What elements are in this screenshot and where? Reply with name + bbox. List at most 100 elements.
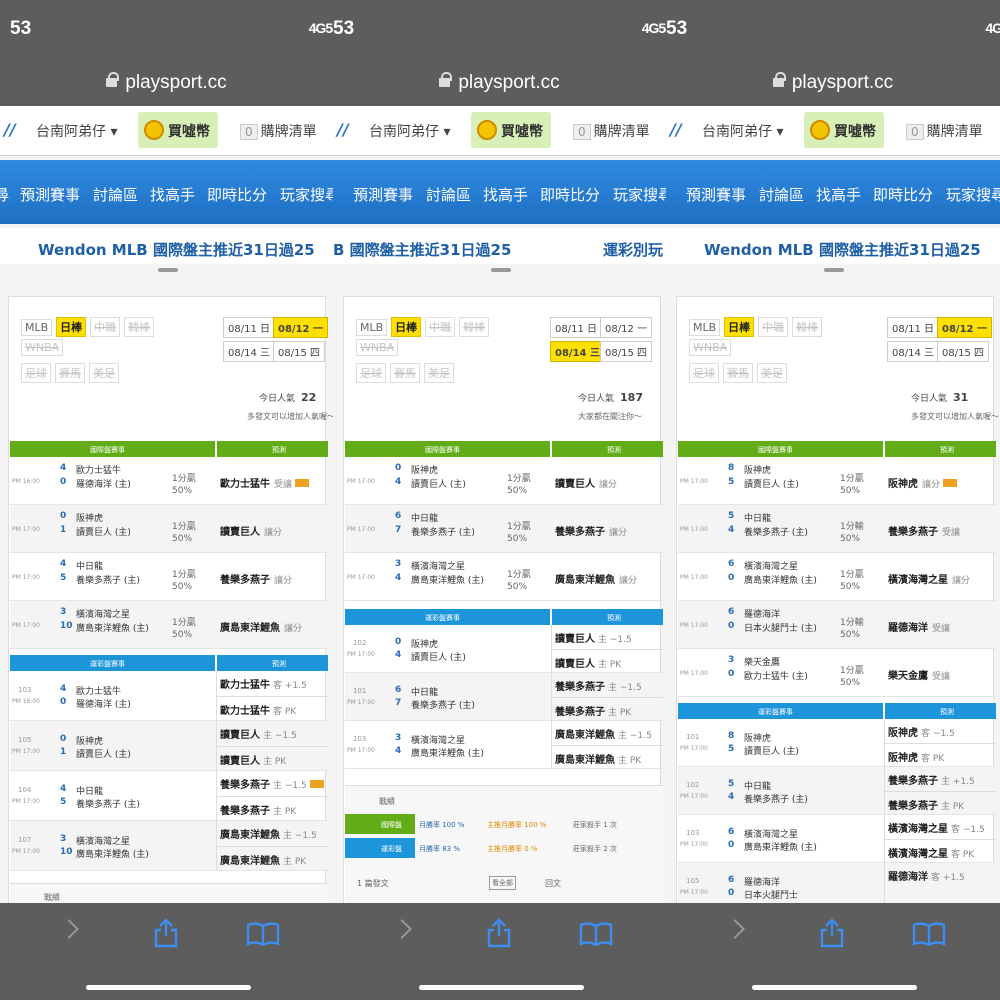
pk-pick[interactable]: 橫濱海灣之星客 PK xyxy=(888,845,974,860)
prediction-pick[interactable]: 歐力士猛牛 受讓 xyxy=(220,475,310,490)
url-text[interactable]: playsport.cc xyxy=(439,72,560,94)
tag-npb[interactable]: 日棒 xyxy=(56,317,87,337)
spread-pick[interactable]: 養樂多燕子主 −1.5 xyxy=(220,776,324,791)
url-text[interactable]: playsport.cc xyxy=(772,72,893,94)
date-0812[interactable]: 08/12 一 xyxy=(600,317,652,338)
tag-npb[interactable]: 日棒 xyxy=(724,317,755,337)
intl-table-row[interactable]: PM 17:00 6 中日龍 7 養樂多燕子 (主) 1分贏 50% 養樂多燕子 讓分 xyxy=(345,505,663,553)
marquee-text[interactable]: B 國際盤主推近31日過25 xyxy=(333,239,511,260)
prediction-pick[interactable]: 樂天金鷹 受讓 xyxy=(888,667,950,682)
spread-pick[interactable]: 歐力士猛牛客 +1.5 xyxy=(220,676,307,691)
tag-kbo[interactable]: 韓棒 xyxy=(792,317,823,337)
nav-forum[interactable]: 討論區 xyxy=(759,184,804,205)
tag-cpbl[interactable]: 中職 xyxy=(90,317,121,337)
share-icon[interactable] xyxy=(153,918,179,948)
intl-table-row[interactable]: PM 17:00 0 阪神虎 4 讀賣巨人 (主) 1分贏 50% 讀賣巨人 讓分 xyxy=(345,457,663,505)
date-0814[interactable]: 08/14 三 xyxy=(887,341,939,362)
spread-pick[interactable]: 養樂多燕子主 +1.5 xyxy=(888,772,975,787)
nav-predict[interactable]: 預測賽事 xyxy=(353,184,413,205)
lottery-table-row[interactable]: 101 PM 17:00 8 阪神虎 5 讀賣巨人 (主) 阪神虎客 −1.5 阪神虎客 PK xyxy=(678,719,996,767)
intl-table-row[interactable]: PM 17:00 6 羅德海洋 0 日本火腿鬥士 (主) 1分輸 50% 羅德海洋 受讓 xyxy=(678,601,996,649)
user-menu[interactable]: 台南阿弟仔 ▾ xyxy=(369,121,450,141)
lottery-table-row[interactable]: 101 PM 17:00 6 中日龍 7 養樂多燕子 (主) 養樂多燕子主 −1.5 養樂多燕… xyxy=(345,673,663,721)
marquee-banner[interactable]: B 國際盤主推近31日過25 運彩別玩 xyxy=(333,228,666,264)
marquee-text-2[interactable]: 運彩別玩 xyxy=(603,239,663,260)
pk-pick[interactable]: 廣島東洋鯉魚主 PK xyxy=(555,751,641,766)
address-bar[interactable]: playsport.cc xyxy=(666,60,1000,106)
nav-predict[interactable]: 預測賽事 xyxy=(686,184,746,205)
nav-forum[interactable]: 討論區 xyxy=(93,184,138,205)
spread-pick[interactable]: 廣島東洋鯉魚主 −1.5 xyxy=(555,726,652,741)
buy-coins-button[interactable]: 買噓幣 xyxy=(804,112,884,148)
pk-pick[interactable]: 讀賣巨人主 PK xyxy=(220,752,286,767)
nav-livescore[interactable]: 即時比分 xyxy=(540,184,600,205)
marquee-text[interactable]: Wendon MLB 國際盤主推近31日過25 xyxy=(704,239,981,260)
user-menu[interactable]: 台南阿弟仔 ▾ xyxy=(702,121,783,141)
tag-cpbl[interactable]: 中職 xyxy=(425,317,456,337)
tag-wnba[interactable]: WNBA xyxy=(356,339,399,356)
nav-experts[interactable]: 找高手 xyxy=(483,184,528,205)
date-0814[interactable]: 08/14 三 xyxy=(223,341,275,362)
lottery-table-row[interactable]: 102 PM 17:00 0 阪神虎 4 讀賣巨人 (主) 讀賣巨人主 −1.5 讀賣巨人主 … xyxy=(345,625,663,673)
nav-livescore[interactable]: 即時比分 xyxy=(873,184,933,205)
pk-pick[interactable]: 養樂多燕子主 PK xyxy=(220,802,296,817)
date-0811[interactable]: 08/11 日 xyxy=(550,317,602,338)
intl-table-row[interactable]: PM 17:00 3 樂天金鷹 0 歐力士猛牛 (主) 1分贏 50% 樂天金鷹 受讓 xyxy=(678,649,996,697)
spread-pick[interactable]: 羅德海洋客 +1.5 xyxy=(888,868,965,883)
cart-link[interactable]: 0 購牌清單 xyxy=(240,121,317,141)
prediction-pick[interactable]: 橫濱海灣之星 讓分 xyxy=(888,571,970,586)
spread-pick[interactable]: 讀賣巨人主 −1.5 xyxy=(220,726,297,741)
tag-horse[interactable]: 賽馬 xyxy=(723,363,753,383)
spread-pick[interactable]: 橫濱海灣之星客 −1.5 xyxy=(888,820,985,835)
prediction-pick[interactable]: 廣島東洋鯉魚 讓分 xyxy=(555,571,637,586)
tag-kbo[interactable]: 韓棒 xyxy=(459,317,490,337)
nav-forum[interactable]: 討論區 xyxy=(426,184,471,205)
user-menu[interactable]: 台南阿弟仔 ▾ xyxy=(36,121,117,141)
nav-predict[interactable]: 預測賽事 xyxy=(20,184,80,205)
nav-experts[interactable]: 找高手 xyxy=(816,184,861,205)
prediction-pick[interactable]: 羅德海洋 受讓 xyxy=(888,619,950,634)
nav-search[interactable]: 玩家搜尋 xyxy=(946,184,1000,205)
bookmarks-icon[interactable] xyxy=(246,922,280,947)
tag-golf[interactable]: 美足 xyxy=(89,363,119,383)
intl-table-row[interactable]: PM 17:00 3 橫濱海灣之星 4 廣島東洋鯉魚 (主) 1分贏 50% 廣島東洋鯉魚 讓分 xyxy=(345,553,663,601)
intl-table-row[interactable]: PM 17:00 0 阪神虎 1 讀賣巨人 (主) 1分贏 50% 讀賣巨人 讓分 xyxy=(10,505,328,553)
prediction-pick[interactable]: 養樂多燕子 讓分 xyxy=(555,523,627,538)
tag-cpbl[interactable]: 中職 xyxy=(758,317,789,337)
bookmarks-icon[interactable] xyxy=(912,922,946,947)
date-0814[interactable]: 08/14 三 xyxy=(550,341,605,362)
tag-wnba[interactable]: WNBA xyxy=(689,339,732,356)
tag-soccer[interactable]: 足球 xyxy=(356,363,386,383)
lottery-table-row[interactable]: 104 PM 17:00 4 中日龍 5 養樂多燕子 (主) 養樂多燕子主 −1.5 養樂多燕… xyxy=(10,771,328,821)
spread-pick[interactable]: 廣島東洋鯉魚主 −1.5 xyxy=(220,826,317,841)
pk-pick[interactable]: 廣島東洋鯉魚主 PK xyxy=(220,852,306,867)
pk-pick[interactable]: 歐力士猛牛客 PK xyxy=(220,702,296,717)
date-0815[interactable]: 08/15 四 xyxy=(937,341,989,362)
pk-pick[interactable]: 讀賣巨人主 PK xyxy=(555,655,621,670)
address-bar[interactable]: playsport.cc xyxy=(333,60,666,106)
marquee-banner[interactable]: Wendon MLB 國際盤主推近31日過25 xyxy=(666,228,1000,264)
tag-mlb[interactable]: MLB xyxy=(21,319,53,336)
prediction-pick[interactable]: 廣島東洋鯉魚 讓分 xyxy=(220,619,302,634)
lottery-table-row[interactable]: 103 PM 17:00 3 橫濱海灣之星 4 廣島東洋鯉魚 (主) 廣島東洋鯉魚主 −1.… xyxy=(345,721,663,769)
spread-pick[interactable]: 養樂多燕子主 −1.5 xyxy=(555,678,642,693)
intl-table-row[interactable]: PM 17:00 8 阪神虎 5 讀賣巨人 (主) 1分贏 50% 阪神虎 讓分 xyxy=(678,457,996,505)
lottery-table-row[interactable]: 107 PM 17:00 3 橫濱海灣之星 10 廣島東洋鯉魚 (主) 廣島東洋鯉魚主 −1… xyxy=(10,821,328,871)
spread-pick[interactable]: 讀賣巨人主 −1.5 xyxy=(555,630,632,645)
date-0811[interactable]: 08/11 日 xyxy=(223,317,275,338)
nav-search[interactable]: 玩家搜尋 xyxy=(613,184,666,205)
intl-table-row[interactable]: PM 17:00 5 中日龍 4 養樂多燕子 (主) 1分輸 50% 養樂多燕子 受讓 xyxy=(678,505,996,553)
intl-table-row[interactable]: PM 17:00 3 橫濱海灣之星 10 廣島東洋鯉魚 (主) 1分贏 50% 廣島東洋鯉魚讓… xyxy=(10,601,328,649)
pk-pick[interactable]: 養樂多燕子主 PK xyxy=(888,797,964,812)
tag-golf[interactable]: 美足 xyxy=(424,363,454,383)
intl-table-row[interactable]: PM 17:00 4 中日龍 5 養樂多燕子 (主) 1分贏 50% 養樂多燕子 讓分 xyxy=(10,553,328,601)
marquee-banner[interactable]: Wendon MLB 國際盤主推近31日過25 xyxy=(0,228,333,264)
intl-table-row[interactable]: PM 16:00 4 歐力士猛牛 0 羅德海洋 (主) 1分贏 50% 歐力士猛牛 受讓 xyxy=(10,457,328,505)
tag-npb[interactable]: 日棒 xyxy=(391,317,422,337)
date-0815[interactable]: 08/15 四 xyxy=(600,341,652,362)
date-0811[interactable]: 08/11 日 xyxy=(887,317,939,338)
prediction-pick[interactable]: 養樂多燕子 受讓 xyxy=(888,523,960,538)
tag-horse[interactable]: 賽馬 xyxy=(55,363,85,383)
tag-mlb[interactable]: MLB xyxy=(356,319,388,336)
prediction-pick[interactable]: 養樂多燕子 讓分 xyxy=(220,571,292,586)
